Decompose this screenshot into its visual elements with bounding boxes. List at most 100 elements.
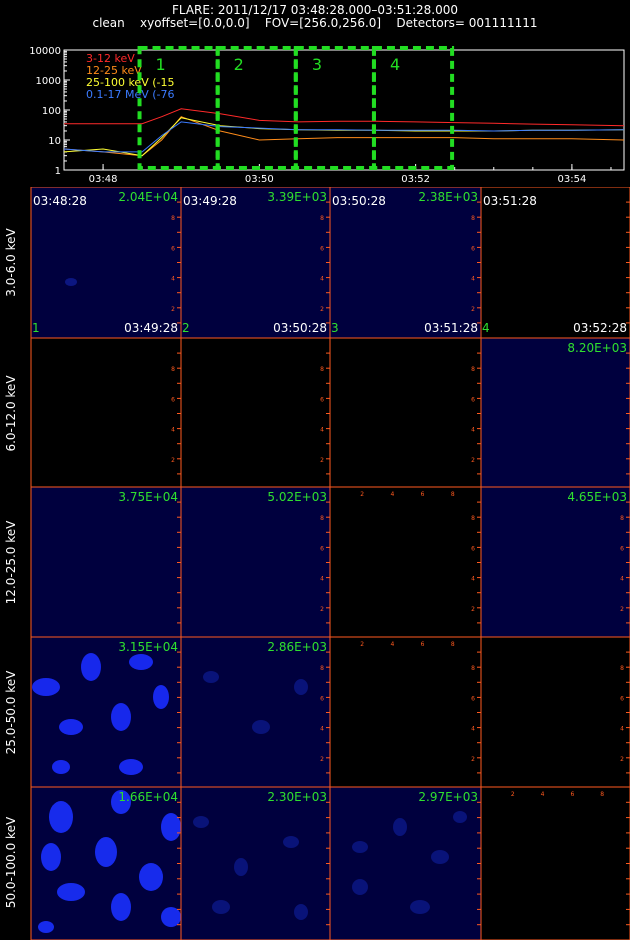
panel-y-tick-label: 8	[171, 366, 175, 373]
panel-max-value: 3.15E+04	[118, 640, 178, 654]
y-tick-label: 1	[55, 166, 61, 177]
source-blob	[410, 900, 430, 914]
panel-y-tick-label: 2	[471, 606, 475, 613]
x-tick-label: 03:50	[245, 174, 274, 185]
panel-y-tick-label: 2	[620, 606, 624, 613]
panel-y-tick-label: 8	[320, 215, 324, 222]
panel-x-tick-label: 4	[390, 491, 394, 498]
panel-y-tick-label: 2	[471, 756, 475, 763]
panel-y-tick-label: 4	[320, 427, 324, 434]
panel-max-value: 8.20E+03	[567, 341, 627, 355]
source-blob	[32, 678, 60, 696]
panel-x-tick-label: 2	[360, 491, 364, 498]
source-blob	[294, 679, 308, 695]
panel-y-tick-label: 4	[320, 576, 324, 583]
source-blob	[212, 900, 230, 914]
image-panel	[480, 636, 630, 789]
panel-max-value: 3.39E+03	[267, 190, 327, 204]
panel-y-tick-label: 8	[471, 215, 475, 222]
panel-y-tick-label: 6	[320, 396, 324, 403]
panel-y-tick-label: 2	[320, 306, 324, 313]
panel-y-tick-label: 6	[171, 245, 175, 252]
source-blob	[59, 719, 83, 735]
panel-start-time: 03:50:28	[332, 194, 386, 208]
image-panel	[30, 337, 182, 490]
panel-x-tick-label: 4	[541, 791, 545, 798]
panel-y-tick-label: 6	[320, 245, 324, 252]
panel-max-value: 2.30E+03	[267, 790, 327, 804]
source-blob	[65, 278, 77, 286]
panel-y-tick-label: 4	[620, 576, 624, 583]
panel-x-tick-label: 4	[390, 641, 394, 648]
source-blob	[38, 921, 54, 933]
panel-y-tick-label: 4	[320, 276, 324, 283]
image-panel	[480, 486, 630, 639]
y-tick-label: 10000	[29, 46, 61, 57]
source-blob	[95, 837, 117, 867]
source-blob	[111, 893, 131, 921]
image-panel	[30, 187, 182, 339]
source-blob	[294, 904, 308, 920]
time-interval-number: 3	[312, 55, 322, 74]
panel-y-tick-label: 2	[320, 457, 324, 464]
panel-end-time: 03:50:28	[273, 321, 327, 335]
panel-y-tick-label: 6	[471, 695, 475, 702]
panel-y-tick-label: 8	[471, 665, 475, 672]
source-blob	[352, 841, 368, 853]
panel-y-tick-label: 2	[471, 306, 475, 313]
source-blob	[57, 883, 85, 901]
source-blob	[52, 760, 70, 774]
image-panel	[329, 337, 482, 490]
panel-y-tick-label: 4	[471, 726, 475, 733]
time-interval-box	[371, 46, 455, 170]
series-line-3	[63, 117, 625, 157]
panel-y-tick-label: 4	[620, 726, 624, 733]
row-energy-label: 6.0-12.0 keV	[4, 375, 18, 452]
panel-max-value: 2.86E+03	[267, 640, 327, 654]
row-energy-label: 25.0-50.0 keV	[4, 670, 18, 754]
panel-y-tick-label: 2	[171, 306, 175, 313]
source-blob	[283, 836, 299, 848]
panel-y-tick-label: 8	[620, 515, 624, 522]
panel-y-tick-label: 4	[471, 427, 475, 434]
image-panel	[180, 786, 331, 940]
source-blob	[252, 720, 270, 734]
panel-max-value: 1.66E+04	[118, 790, 178, 804]
panel-y-tick-label: 8	[620, 665, 624, 672]
panel-y-tick-label: 6	[320, 695, 324, 702]
panel-x-tick-label: 6	[421, 641, 425, 648]
panel-start-time: 03:48:28	[33, 194, 87, 208]
image-panel	[329, 636, 482, 789]
panel-y-tick-label: 4	[171, 276, 175, 283]
time-interval-box	[293, 46, 376, 170]
panel-x-tick-label: 6	[570, 791, 574, 798]
x-tick-label: 03:52	[401, 174, 430, 185]
panel-y-tick-label: 2	[320, 756, 324, 763]
panel-y-tick-label: 4	[320, 726, 324, 733]
image-panel	[329, 786, 482, 940]
source-blob	[234, 858, 248, 876]
image-panel	[180, 337, 331, 490]
panel-y-tick-label: 2	[320, 606, 324, 613]
plot-subtitle: clean xyoffset=[0.0,0.0] FOV=[256.0,256.…	[92, 16, 538, 30]
source-blob	[119, 759, 143, 775]
source-blob	[129, 654, 153, 670]
time-interval-box	[215, 46, 298, 170]
panel-y-tick-label: 6	[620, 695, 624, 702]
panel-interval-number: 2	[182, 321, 190, 335]
image-panel	[480, 786, 630, 940]
panel-max-value: 2.38E+03	[418, 190, 478, 204]
y-tick-label: 10	[48, 136, 61, 147]
source-blob	[431, 850, 449, 864]
panel-y-tick-label: 4	[171, 427, 175, 434]
panel-x-tick-label: 6	[421, 491, 425, 498]
panel-y-tick-label: 4	[471, 576, 475, 583]
x-tick-label: 03:48	[89, 174, 118, 185]
panel-max-value: 2.04E+04	[118, 190, 178, 204]
source-blob	[352, 879, 368, 895]
panel-y-tick-label: 6	[471, 396, 475, 403]
source-blob	[161, 907, 181, 927]
source-blob	[41, 843, 61, 871]
series-line-4	[63, 121, 625, 153]
row-energy-label: 50.0-100.0 keV	[4, 816, 18, 908]
